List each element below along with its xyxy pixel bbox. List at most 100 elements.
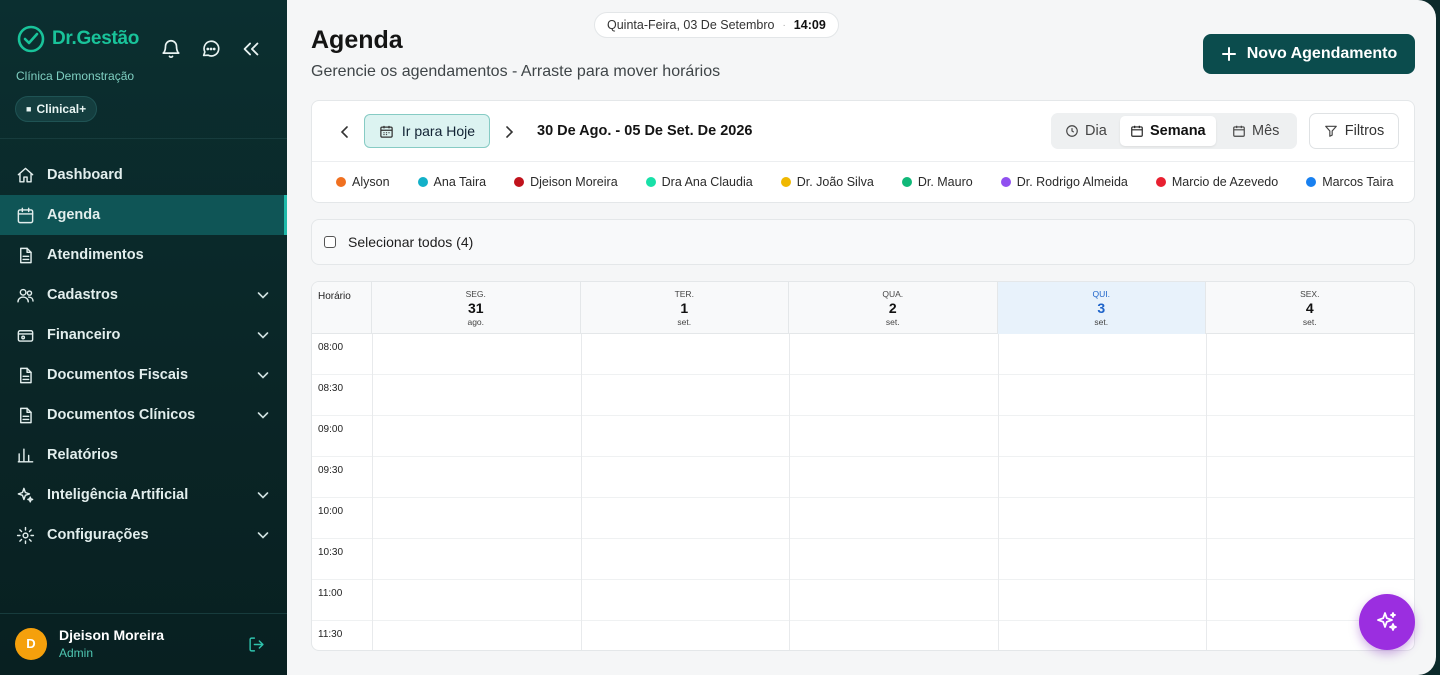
user-profile[interactable]: D Djeison Moreira Admin (15, 627, 164, 660)
day-column-header[interactable]: QUA. 2 set. (789, 282, 998, 334)
column-divider (372, 334, 373, 650)
legend-label: Dr. João Silva (796, 175, 874, 189)
legend-item[interactable]: Marcos Taira (1306, 175, 1394, 189)
calendar-header: Horário SEG. 31 ago. TER. 1 set. QUA. 2 set. QUI.… (312, 282, 1414, 334)
sidebar-item-agenda[interactable]: Agenda (0, 195, 287, 235)
time-slot-row[interactable]: 10:00 (312, 498, 1414, 539)
avatar: D (15, 627, 47, 660)
brand-name: Dr.Gestão (52, 28, 140, 49)
time-label: 09:00 (318, 424, 344, 435)
sidebar-item-documentos-clinicos[interactable]: Documentos Clínicos (0, 395, 287, 435)
day-column-header[interactable]: QUI. 3 set. (997, 282, 1206, 334)
legend-color-dot (901, 177, 912, 187)
column-divider (580, 334, 582, 650)
day-month: set. (677, 317, 692, 327)
document-icon (20, 367, 32, 383)
select-all-bar: Selecionar todos (4) (311, 219, 1415, 265)
app-window: Dr.Gestão Clínica Demonstração ■ Clinica… (0, 0, 1440, 675)
sidebar-item-atendimentos[interactable]: Atendimentos (0, 235, 287, 275)
day-weekday: SEG. (465, 289, 486, 299)
sidebar-item-label: Documentos Clínicos (47, 407, 196, 423)
collapse-sidebar-icon[interactable] (240, 38, 262, 60)
sidebar-item-configuracoes[interactable]: Configurações (0, 515, 287, 555)
view-day-button[interactable]: Dia (1055, 116, 1117, 146)
chevron-left-icon (340, 126, 348, 138)
time-slot-row[interactable]: 11:00 (312, 580, 1414, 621)
legend-item[interactable]: Dr. João Silva (780, 175, 874, 189)
wallet-icon (17, 329, 34, 342)
legend-item[interactable]: Ana Taira (417, 175, 486, 189)
legend-item[interactable]: Dr. Mauro (901, 175, 973, 189)
legend-item[interactable]: Alyson (336, 175, 390, 189)
chevron-down-icon[interactable] (255, 367, 271, 383)
view-toggle: Dia Semana Mês (1051, 113, 1297, 149)
time-slot-row[interactable]: 09:00 (312, 416, 1414, 457)
legend-color-dot (417, 177, 428, 187)
brand[interactable]: Dr.Gestão (16, 24, 139, 54)
legend-item[interactable]: Djeison Moreira (514, 175, 618, 189)
bar-chart-icon (17, 447, 34, 463)
sidebar-divider-top (0, 138, 287, 139)
sidebar-item-label: Dashboard (47, 167, 123, 183)
filters-button[interactable]: Filtros (1309, 113, 1399, 149)
day-number: 4 (1305, 300, 1314, 316)
legend-item[interactable]: Dr. Rodrigo Almeida (1000, 175, 1128, 189)
filters-label: Filtros (1344, 123, 1385, 139)
time-slot-row[interactable]: 08:00 (312, 334, 1414, 375)
logout-icon[interactable] (248, 636, 265, 653)
day-column-header[interactable]: TER. 1 set. (581, 282, 789, 334)
time-slot-row[interactable]: 09:30 (312, 457, 1414, 498)
go-to-today-button[interactable]: Ir para Hoje (364, 114, 490, 148)
sidebar-item-financeiro[interactable]: Financeiro (0, 315, 287, 355)
prev-week-button[interactable] (334, 121, 356, 143)
view-week-label: Semana (1150, 123, 1206, 139)
brand-logo-icon (17, 25, 45, 53)
sidebar-item-label: Inteligência Artificial (47, 487, 189, 503)
chevron-down-icon[interactable] (255, 287, 271, 303)
chevron-down-icon[interactable] (255, 487, 271, 503)
clinic-name: Clínica Demonstração (16, 69, 135, 83)
page-title: Agenda (311, 26, 403, 54)
day-month: set. (1302, 317, 1317, 327)
sidebar-item-cadastros[interactable]: Cadastros (0, 275, 287, 315)
chevron-down-icon[interactable] (255, 327, 271, 343)
view-month-label: Mês (1252, 123, 1280, 139)
sidebar-divider-bottom (0, 613, 287, 614)
sidebar-item-documentos-fiscais[interactable]: Documentos Fiscais (0, 355, 287, 395)
chevron-down-icon[interactable] (255, 407, 271, 423)
plan-badge: ■ Clinical+ (15, 96, 98, 122)
sidebar-item-dashboard[interactable]: Dashboard (0, 155, 287, 195)
bell-icon[interactable] (160, 38, 182, 60)
time-label: 09:30 (318, 465, 344, 476)
view-month-button[interactable]: Mês (1222, 116, 1289, 146)
next-week-button[interactable] (498, 121, 520, 143)
time-slot-row[interactable]: 11:30 (312, 621, 1414, 650)
main-content: Quinta-Feira, 03 De Setembro · 14:09 Age… (287, 0, 1436, 675)
select-all-checkbox[interactable] (324, 236, 336, 248)
sidebar-item-relatorios[interactable]: Relatórios (0, 435, 287, 475)
day-column-header[interactable]: SEX. 4 set. (1206, 282, 1414, 334)
legend-item[interactable]: Dra Ana Claudia (645, 175, 753, 189)
day-number: 3 (1097, 300, 1106, 316)
sidebar-item-inteligencia-artificial[interactable]: Inteligência Artificial (0, 475, 287, 515)
ai-assistant-button[interactable] (1359, 594, 1415, 650)
legend-color-dot (1000, 177, 1011, 187)
document-icon (20, 247, 32, 263)
time-slot-row[interactable]: 08:30 (312, 375, 1414, 416)
legend-label: Dra Ana Claudia (661, 175, 753, 189)
new-appointment-button[interactable]: Novo Agendamento (1203, 34, 1415, 74)
view-week-button[interactable]: Semana (1120, 116, 1216, 146)
time-slot-row[interactable]: 10:30 (312, 539, 1414, 580)
chat-icon[interactable] (200, 38, 222, 60)
legend-item[interactable]: Marcio de Azevedo (1155, 175, 1278, 189)
day-column-header[interactable]: SEG. 31 ago. (372, 282, 581, 334)
day-weekday: QUA. (882, 289, 904, 299)
plus-icon (1221, 47, 1236, 61)
legend-label: Alyson (352, 175, 390, 189)
view-day-label: Dia (1085, 123, 1107, 139)
sidebar-nav: Dashboard Agenda Atendimentos Cadastros Fina… (0, 155, 287, 555)
chevron-down-icon[interactable] (255, 527, 271, 543)
sidebar-item-label: Relatórios (47, 447, 118, 463)
users-icon (17, 288, 34, 303)
current-time: 14:09 (793, 18, 826, 32)
